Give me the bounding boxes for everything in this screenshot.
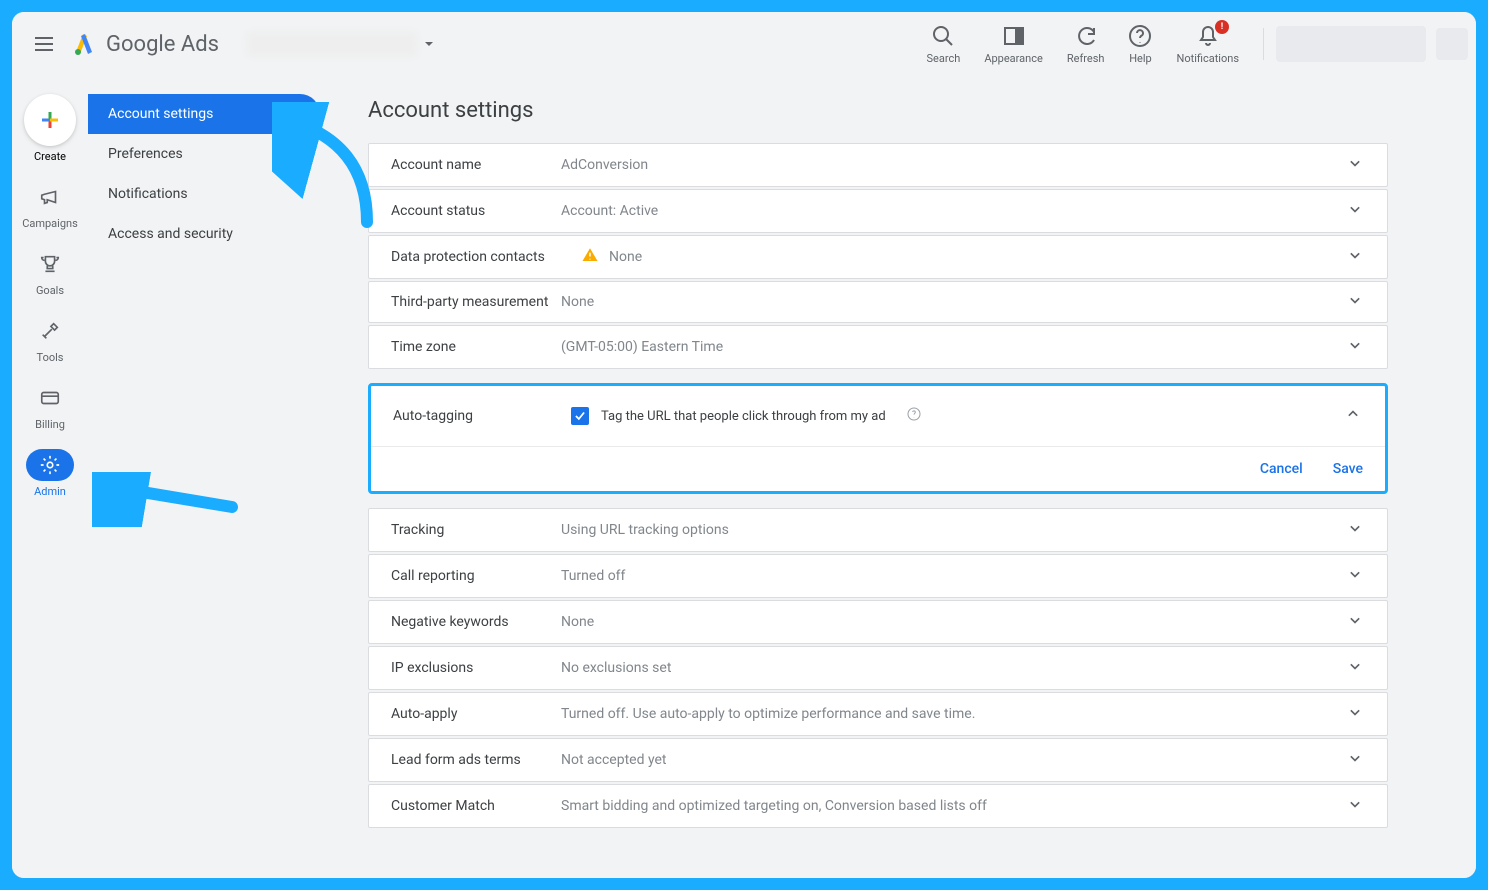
- gear-icon: [39, 454, 61, 476]
- setting-customer-match[interactable]: Customer Match Smart bidding and optimiz…: [368, 784, 1388, 828]
- chevron-down-icon: [1345, 610, 1365, 634]
- setting-call-reporting[interactable]: Call reporting Turned off: [368, 554, 1388, 598]
- chevron-down-icon: [1345, 290, 1365, 314]
- chevron-down-icon: [1345, 153, 1365, 177]
- chevron-up-icon[interactable]: [1343, 404, 1363, 428]
- hamburger-menu[interactable]: [20, 20, 68, 68]
- google-ads-icon: [72, 32, 96, 56]
- help-circle-icon[interactable]: [906, 406, 922, 426]
- megaphone-icon: [39, 186, 61, 208]
- chevron-down-icon: [1345, 245, 1365, 269]
- main-content: Account settings Account name AdConversi…: [328, 76, 1476, 878]
- setting-account-name[interactable]: Account name AdConversion: [368, 143, 1388, 187]
- logo-text: Google Ads: [106, 32, 219, 57]
- refresh-tool[interactable]: Refresh: [1067, 24, 1105, 65]
- trophy-icon: [39, 253, 61, 275]
- auto-tagging-checkbox-wrap[interactable]: Tag the URL that people click through fr…: [571, 406, 922, 426]
- subnav-notifications[interactable]: Notifications: [88, 174, 320, 214]
- subnav: Account settings Preferences Notificatio…: [88, 76, 328, 878]
- rail-billing[interactable]: Billing: [26, 382, 74, 431]
- account-button-blurred[interactable]: [1276, 26, 1426, 62]
- setting-third-party[interactable]: Third-party measurement None: [368, 281, 1388, 323]
- rail-admin[interactable]: Admin: [26, 449, 74, 498]
- setting-auto-tagging-expanded: Auto-tagging Tag the URL that people cli…: [368, 383, 1388, 494]
- chevron-down-icon: [1345, 794, 1365, 818]
- help-tool[interactable]: Help: [1128, 24, 1152, 65]
- dropdown-icon: [423, 38, 435, 50]
- setting-account-status[interactable]: Account status Account: Active: [368, 189, 1388, 233]
- create-label: Create: [34, 150, 66, 163]
- card-icon: [39, 387, 61, 409]
- appearance-tool[interactable]: Appearance: [984, 24, 1043, 65]
- header: Google Ads Search Appearance Refresh Hel…: [12, 12, 1476, 76]
- rail-goals[interactable]: Goals: [26, 248, 74, 297]
- subnav-access-security[interactable]: Access and security: [88, 214, 320, 254]
- setting-lead-form[interactable]: Lead form ads terms Not accepted yet: [368, 738, 1388, 782]
- refresh-icon: [1074, 24, 1098, 48]
- subnav-preferences[interactable]: Preferences: [88, 134, 320, 174]
- setting-tracking[interactable]: Tracking Using URL tracking options: [368, 508, 1388, 552]
- user-avatar-blurred[interactable]: [1436, 28, 1468, 60]
- chevron-down-icon: [1345, 564, 1365, 588]
- menu-icon: [32, 32, 56, 56]
- chevron-down-icon: [1345, 748, 1365, 772]
- header-separator: [1263, 28, 1264, 60]
- account-name-blurred: [247, 32, 417, 56]
- chevron-down-icon: [1345, 702, 1365, 726]
- checkbox-checked-icon: [571, 407, 589, 425]
- create-button[interactable]: [24, 94, 76, 146]
- subnav-account-settings[interactable]: Account settings: [88, 94, 320, 134]
- appearance-icon: [1002, 24, 1026, 48]
- rail-campaigns[interactable]: Campaigns: [22, 181, 78, 230]
- logo[interactable]: Google Ads: [72, 32, 219, 57]
- account-selector[interactable]: [239, 28, 443, 60]
- chevron-down-icon: [1345, 199, 1365, 223]
- search-icon: [931, 24, 955, 48]
- page-title: Account settings: [368, 98, 1388, 123]
- rail-tools[interactable]: Tools: [26, 315, 74, 364]
- plus-icon: [38, 108, 62, 132]
- chevron-down-icon: [1345, 518, 1365, 542]
- setting-auto-apply[interactable]: Auto-apply Turned off. Use auto-apply to…: [368, 692, 1388, 736]
- notification-badge: [1215, 20, 1229, 34]
- left-rail: Create Campaigns Goals Tools Billing Adm…: [12, 76, 88, 878]
- help-icon: [1128, 24, 1152, 48]
- setting-negative-keywords[interactable]: Negative keywords None: [368, 600, 1388, 644]
- search-tool[interactable]: Search: [927, 24, 961, 65]
- chevron-down-icon: [1345, 335, 1365, 359]
- warning-icon: [581, 246, 599, 268]
- cancel-button[interactable]: Cancel: [1260, 461, 1303, 477]
- settings-list: Account name AdConversion Account status…: [368, 143, 1388, 828]
- chevron-down-icon: [1345, 656, 1365, 680]
- tools-icon: [39, 320, 61, 342]
- setting-ip-exclusions[interactable]: IP exclusions No exclusions set: [368, 646, 1388, 690]
- setting-data-protection[interactable]: Data protection contacts None: [368, 235, 1388, 279]
- save-button[interactable]: Save: [1333, 461, 1363, 477]
- notifications-tool[interactable]: Notifications: [1176, 24, 1239, 65]
- setting-time-zone[interactable]: Time zone (GMT-05:00) Eastern Time: [368, 325, 1388, 369]
- header-tools: Search Appearance Refresh Help Notificat…: [927, 24, 1239, 65]
